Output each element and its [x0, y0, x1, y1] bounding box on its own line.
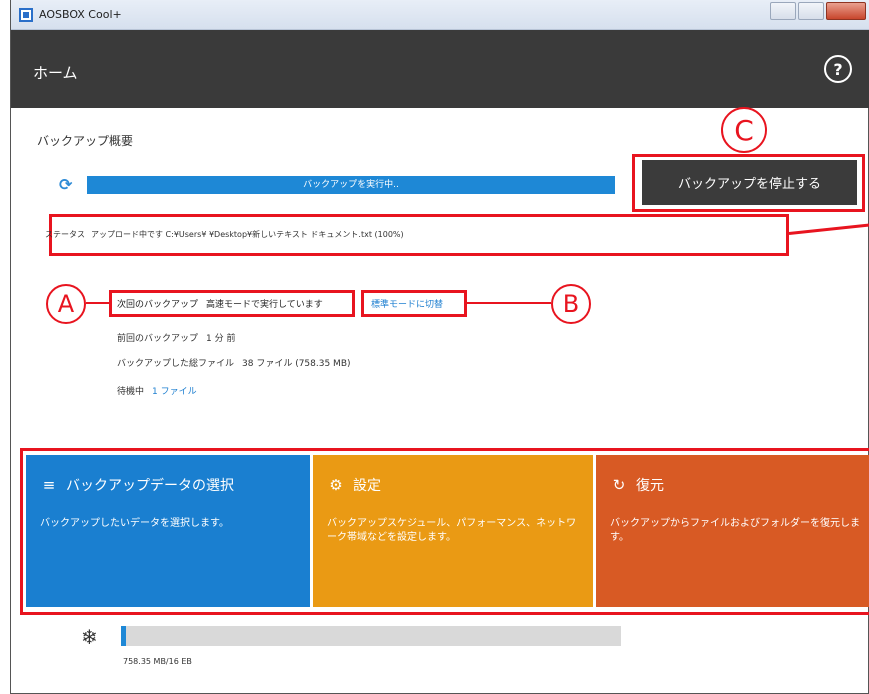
section-title: バックアップ概要 [37, 134, 134, 148]
pending-files-link[interactable]: 1 ファイル [152, 387, 197, 397]
app-header: ホーム ? [11, 30, 869, 108]
last-backup-label: 前回のバックアップ [117, 334, 199, 344]
switch-standard-mode-link[interactable]: 標準モードに切替 [371, 297, 443, 310]
restore-icon: ↻ [612, 476, 626, 494]
tile-settings[interactable]: ⚙ 設定 バックアップスケジュール、パフォーマンス、ネットワーク帯域などを設定し… [313, 455, 593, 607]
sync-icon: ⟳ [59, 175, 73, 194]
storage-usage-text: 758.35 MB/16 EB [123, 657, 192, 666]
status-line: ステータス アップロード中です C:¥Users¥ ¥Desktop¥新しいテキス… [45, 229, 404, 240]
stop-backup-button[interactable]: バックアップを停止する [642, 160, 857, 205]
window-controls [770, 2, 866, 20]
status-text: アップロード中です C:¥Users¥ ¥Desktop¥新しいテキスト ドキュ… [91, 230, 404, 239]
tile-description: バックアップスケジュール、パフォーマンス、ネットワーク帯域などを設定します。 [327, 518, 577, 543]
tile-title: 復元 [636, 478, 664, 494]
maximize-button[interactable] [798, 2, 824, 20]
total-files-row: バックアップした総ファイル 38 ファイル (758.35 MB) [117, 356, 351, 369]
pending-label: 待機中 [117, 387, 145, 397]
title-bar: AOSBOX Cool+ [11, 0, 869, 30]
next-backup-value: 高速モードで実行しています [206, 300, 323, 310]
tile-header: ⚙ 設定 [327, 475, 381, 495]
last-backup-value: 1 分 前 [206, 334, 236, 344]
close-button[interactable] [826, 2, 866, 20]
gear-icon: ⚙ [329, 476, 343, 494]
tile-description: バックアップしたいデータを選択します。 [40, 518, 229, 529]
total-files-label: バックアップした総ファイル [117, 359, 235, 369]
pending-row: 待機中 1 ファイル [117, 384, 197, 397]
app-logo-icon [19, 8, 33, 22]
total-files-value: 38 ファイル (758.35 MB) [242, 359, 351, 369]
tile-title: バックアップデータの選択 [66, 478, 234, 494]
annotation-line-a [86, 302, 109, 304]
storage-usage-fill [121, 626, 126, 646]
storage-usage-bar [121, 626, 621, 646]
last-backup-row: 前回のバックアップ 1 分 前 [117, 331, 235, 344]
annotation-marker-c: C [721, 107, 767, 153]
question-circle-icon[interactable]: ? [824, 55, 852, 83]
tile-select-backup-data[interactable]: ≡ バックアップデータの選択 バックアップしたいデータを選択します。 [26, 455, 310, 607]
status-label: ステータス [45, 230, 85, 239]
minimize-button[interactable] [770, 2, 796, 20]
progress-text: バックアップを実行中.. [303, 180, 399, 190]
annotation-line-b [467, 302, 551, 304]
next-backup-row: 次回のバックアップ 高速モードで実行しています [117, 297, 323, 310]
snowflake-icon: ❄ [81, 625, 98, 649]
list-icon: ≡ [42, 476, 56, 494]
app-window: AOSBOX Cool+ ホーム ? バックアップ概要 ⟳ バックアップを実行中… [10, 0, 869, 694]
annotation-marker-b: B [551, 284, 591, 324]
backup-progress-bar: バックアップを実行中.. [87, 176, 615, 194]
page-title: ホーム [33, 64, 78, 82]
annotation-marker-a: A [46, 284, 86, 324]
window-title: AOSBOX Cool+ [39, 8, 122, 21]
tile-header: ↻ 復元 [610, 475, 664, 495]
tile-description: バックアップからファイルおよびフォルダーを復元します。 [610, 518, 860, 543]
tile-restore[interactable]: ↻ 復元 バックアップからファイルおよびフォルダーを復元します。 [596, 455, 869, 607]
tile-title: 設定 [353, 478, 381, 494]
tile-header: ≡ バックアップデータの選択 [40, 475, 234, 495]
annotation-line-status [788, 223, 869, 235]
next-backup-label: 次回のバックアップ [117, 300, 199, 310]
